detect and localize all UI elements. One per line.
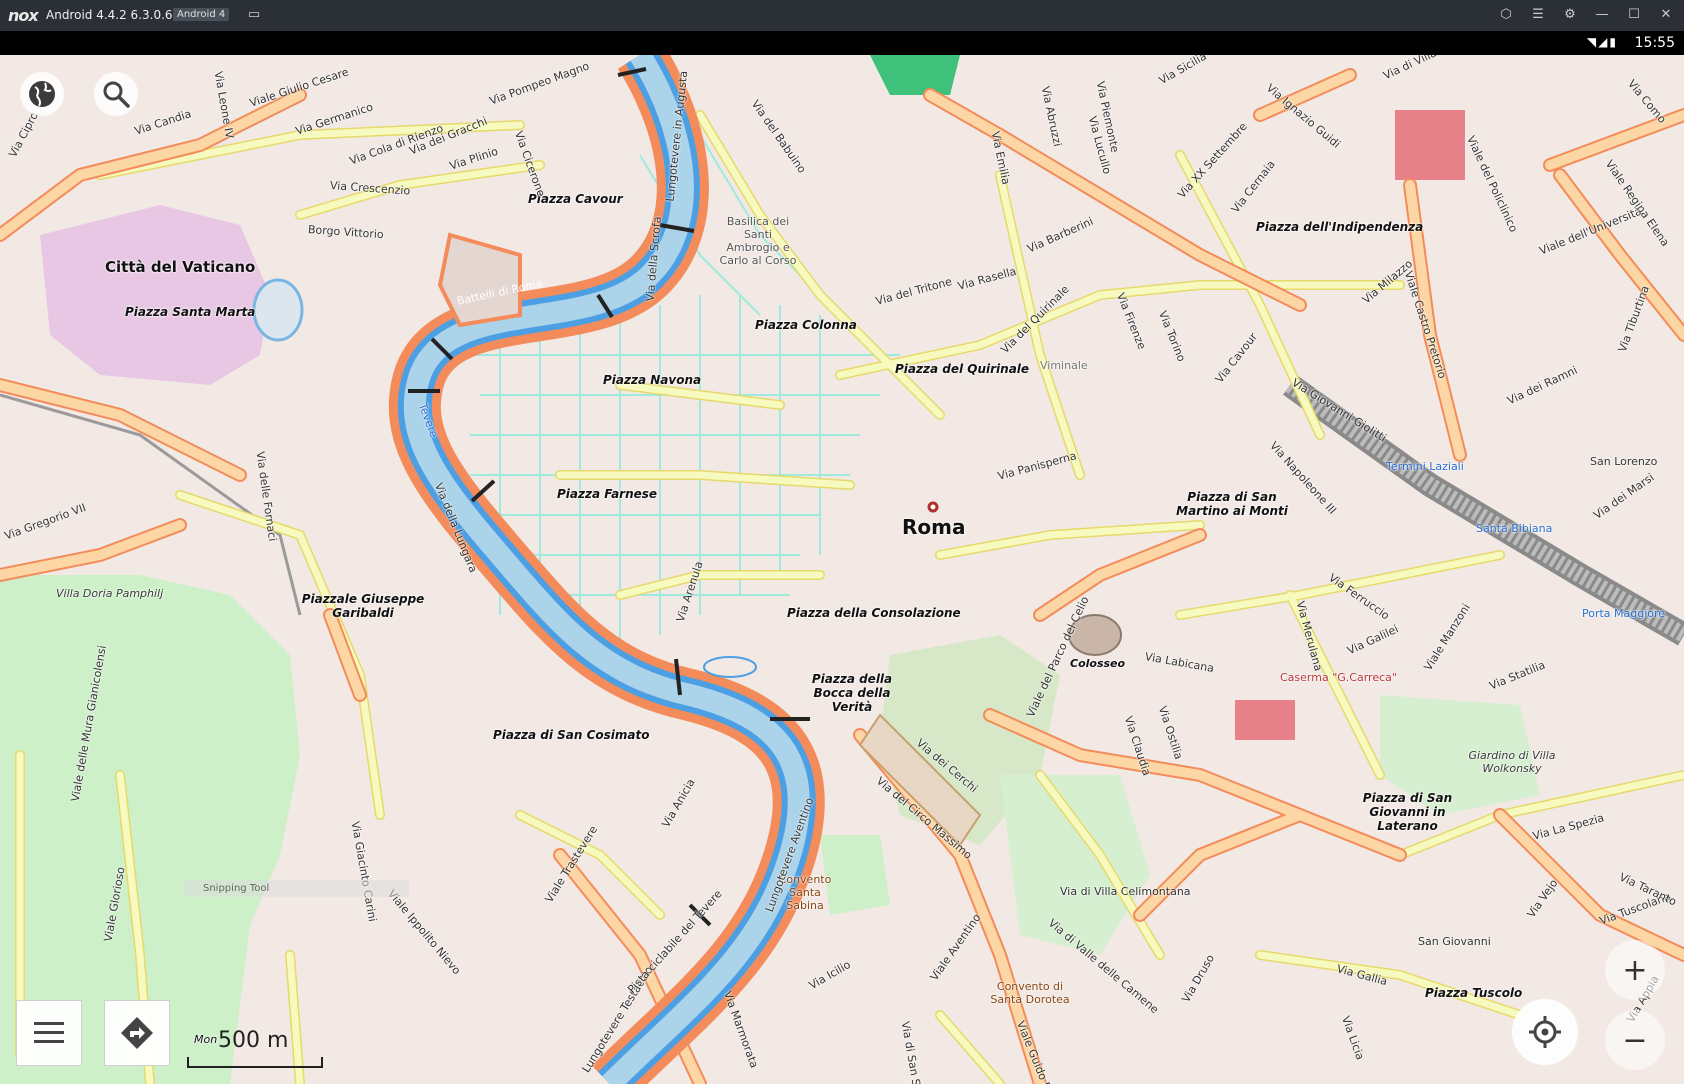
park-villa-borghese	[870, 55, 960, 95]
mon-label: Mon	[194, 1033, 218, 1046]
android-version-badge: Android 4	[173, 8, 230, 21]
roma-marker	[927, 501, 939, 513]
battery-icon: ▮	[1609, 35, 1618, 49]
street-label: San Lorenzo	[1590, 455, 1658, 468]
zoom-in-label: +	[1622, 952, 1648, 988]
square-label: Piazza Santa Marta	[125, 305, 256, 319]
district-label: San Giovanni	[1418, 935, 1491, 948]
poi-label: Basilica dei Santi Ambrogio e Carlo al C…	[719, 215, 797, 267]
search-button[interactable]	[94, 72, 138, 116]
poi-label: Convento di Santa Dorotea	[990, 980, 1070, 1006]
street-label: Via di Villa Celimontana	[1060, 885, 1191, 898]
zoom-out-label: −	[1622, 1022, 1648, 1058]
square-label: Piazza del Quirinale	[895, 362, 1030, 376]
city-label-roma: Roma	[902, 515, 966, 539]
menu-icon[interactable]: ☰	[1530, 7, 1546, 23]
search-icon	[103, 81, 130, 108]
square-label: Piazza dell'Indipendenza	[1256, 220, 1424, 234]
maximize-icon[interactable]: ☐	[1626, 7, 1642, 23]
square-label: Piazza della Bocca della Verità	[811, 672, 893, 714]
menu-button[interactable]	[16, 1000, 82, 1066]
status-clock: 15:55	[1634, 35, 1675, 51]
square-label: Piazza Colonna	[755, 318, 857, 332]
settings-icon[interactable]: ⚙	[1562, 7, 1578, 23]
android-status-bar: ◥◢▮ 15:55	[0, 31, 1684, 55]
square-label: Piazzale Giuseppe Garibaldi	[301, 592, 425, 620]
map-base-layer	[0, 55, 1684, 1084]
primary-roads-border	[0, 68, 1684, 1084]
nox-logo: nox	[8, 6, 39, 25]
station-label: Termini Laziali	[1386, 460, 1464, 473]
map-view[interactable]: Roma Città del Vaticano Piazza Cavour Pi…	[0, 55, 1684, 1084]
tiber-island	[703, 656, 757, 678]
square-label: Piazza di San Cosimato	[493, 728, 650, 742]
locate-icon	[1529, 1016, 1561, 1048]
colosseum-label: Colosseo	[1070, 657, 1126, 670]
vatican-label: Città del Vaticano	[105, 258, 256, 276]
globe-icon	[29, 81, 55, 107]
snipping-tool-watermark: Snipping Tool	[183, 880, 409, 897]
viminale-label: Viminale	[1040, 359, 1088, 372]
square-label: Piazza Navona	[603, 373, 702, 387]
square-label: Piazza di San Giovanni in Laterano	[1362, 791, 1453, 833]
keyboard-icon[interactable]: ▭	[246, 7, 262, 23]
emulator-title-bar: nox Android 4.4.2 6.3.0.6 Android 4 ▭ ⬡ …	[0, 0, 1684, 31]
hospital-area	[1395, 110, 1465, 180]
globe-button[interactable]	[20, 72, 64, 116]
scale-text: 500 m	[218, 1028, 289, 1053]
st-peters-square	[252, 278, 304, 342]
close-icon[interactable]: ✕	[1658, 7, 1674, 23]
station-label: Santa Bibiana	[1476, 522, 1553, 535]
station-label: Porta Maggiore	[1582, 607, 1666, 620]
primary-roads	[0, 70, 1684, 1084]
square-label: Piazza Farnese	[557, 487, 658, 501]
zoom-out-button[interactable]: −	[1605, 1010, 1665, 1070]
barracks-label: Caserma "G.Carreca"	[1280, 671, 1397, 684]
locate-button[interactable]	[1512, 999, 1578, 1065]
scale-bar	[187, 1057, 323, 1068]
park-label: Villa Doria Pamphilj	[56, 587, 164, 600]
hospital-area-2	[1235, 700, 1295, 740]
zoom-in-button[interactable]: +	[1605, 940, 1665, 1000]
park-villa-celimontana	[1000, 775, 1150, 955]
window-title: Android 4.4.2 6.3.0.6	[46, 8, 173, 22]
square-label: Piazza di San Martino ai Monti	[1176, 490, 1288, 518]
route-icon	[121, 1017, 153, 1049]
shirt-icon[interactable]: ⬡	[1498, 7, 1514, 23]
castel-santangelo	[437, 232, 522, 328]
wifi-icon: ◥	[1586, 35, 1599, 49]
minimize-icon[interactable]: —	[1594, 7, 1610, 23]
signal-icon: ◢	[1598, 35, 1610, 49]
park-label: Giardino di Villa Wolkonsky	[1468, 749, 1556, 775]
square-label: Piazza Tuscolo	[1425, 986, 1523, 1000]
menu-icon	[34, 1022, 64, 1043]
square-label: Piazza della Consolazione	[787, 606, 961, 620]
connectivity-icons: ◥◢▮	[1587, 35, 1618, 49]
route-button[interactable]	[104, 1000, 170, 1066]
vatican-area	[40, 205, 270, 385]
